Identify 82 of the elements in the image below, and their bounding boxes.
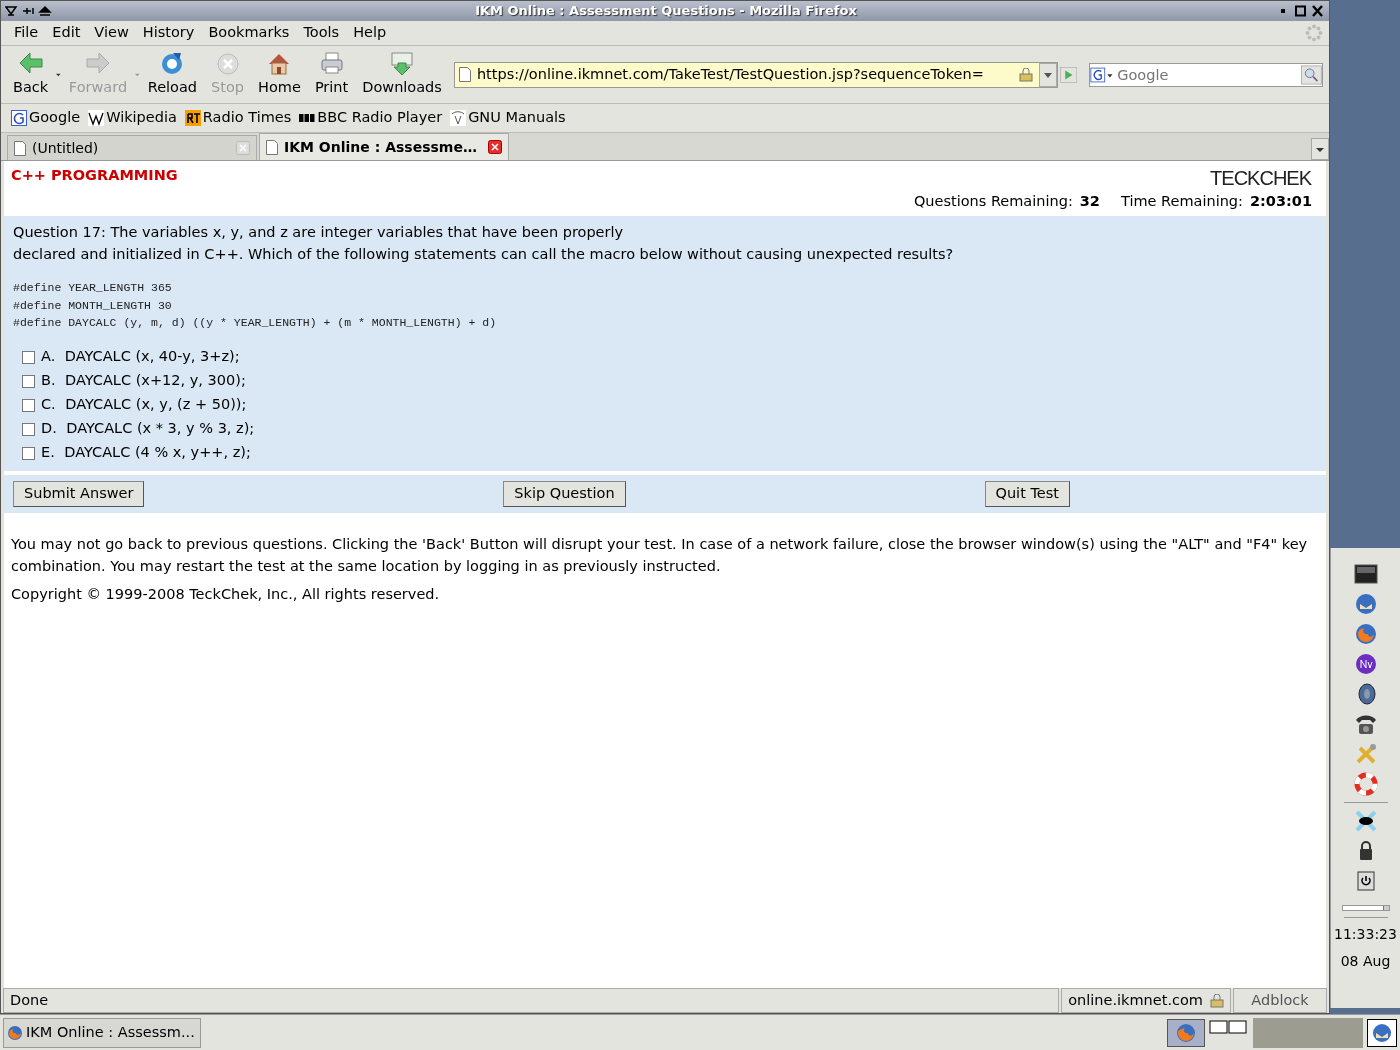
code-line: #define MONTH_LENGTH 30: [13, 297, 173, 314]
time-label: Time Remaining:: [1120, 191, 1243, 211]
browser-tab[interactable]: IKM Online : Assessme…: [259, 133, 509, 160]
download-icon: [389, 50, 416, 77]
menu-item[interactable]: Tools: [296, 22, 347, 44]
menu-item[interactable]: Help: [346, 22, 394, 44]
action-button[interactable]: Submit Answer: [13, 481, 145, 507]
time-value: 2:03:01: [1249, 191, 1312, 211]
toolbar-button[interactable]: Downloads: [356, 50, 448, 99]
status-domain: online.ikmnet.com: [1068, 990, 1203, 1010]
menu-item[interactable]: History: [135, 22, 202, 44]
question-text: declared and initialized in C++. Which of the following statements can call the macro below without causing unexpected results?: [13, 244, 955, 264]
dropdown-caret-icon[interactable]: [1038, 62, 1057, 87]
lifebuoy-icon[interactable]: [1353, 772, 1378, 796]
option-text: DAYCALC (x+12, y, 300);: [65, 371, 246, 391]
option-letter: E.: [41, 443, 55, 463]
site-lock-icon: [1018, 67, 1033, 82]
bookmark-link[interactable]: BBC Radio Player: [299, 107, 443, 129]
checkbox[interactable]: [22, 422, 35, 436]
browser-tab[interactable]: (Untitled): [7, 135, 257, 160]
taskbar-task[interactable]: IKM Online : Assessm...: [3, 1017, 201, 1048]
page-icon: [14, 140, 26, 156]
search-field[interactable]: Google: [1089, 62, 1323, 87]
status-text: Done: [3, 988, 1060, 1013]
window-menu-icon[interactable]: [5, 5, 53, 17]
bookmark-link[interactable]: Radio Times: [184, 107, 292, 129]
page-icon: [458, 67, 471, 82]
remaining-count: 32: [1079, 191, 1100, 211]
terminal-icon[interactable]: [1353, 562, 1378, 586]
window-controls-icon[interactable]: [1279, 5, 1325, 17]
code-line: #define YEAR_LENGTH 365: [13, 280, 173, 297]
site-lock-icon: [1210, 993, 1224, 1008]
question-text: Question 17: The variables x, y, and z are integer variables that have been properly: [13, 222, 625, 242]
tab-list-caret-icon[interactable]: [1311, 138, 1329, 160]
option-letter: D.: [41, 419, 57, 439]
search-icon[interactable]: [1301, 63, 1322, 86]
notice-text: You may not go back to previous questions. Clicking the 'Back' Button will disrupt your test. In case of a network failure, close the browser window(s) using the "ALT" and "F4" key combination. You may restart the test at the same location by logging in as previously instructed.: [10, 534, 1309, 576]
adblock-button[interactable]: Adblock: [1233, 988, 1327, 1013]
menu-item[interactable]: File: [7, 22, 46, 44]
toolbar-button[interactable]: Print: [308, 50, 355, 99]
option-letter: C.: [41, 395, 56, 415]
option-text: DAYCALC (4 % x, y++, z);: [64, 443, 251, 463]
bookmark-link[interactable]: GNU Manuals: [450, 107, 566, 129]
page-heading: C++ PROGRAMMING: [11, 165, 178, 185]
stop-icon: [214, 50, 241, 77]
action-button[interactable]: Skip Question: [503, 481, 626, 507]
option-text: DAYCALC (x * 3, y % 3, z);: [66, 419, 255, 439]
action-button[interactable]: Quit Test: [984, 481, 1070, 507]
clock-date: 08 Aug: [1340, 952, 1391, 971]
printer-icon: [318, 50, 345, 77]
menu-item[interactable]: Bookmarks: [201, 22, 297, 44]
toolbar-button[interactable]: Back: [7, 50, 55, 99]
mail-bird-icon[interactable]: [1367, 1018, 1397, 1047]
teckchek-logo: TECKCHEK: [1210, 165, 1313, 191]
wikipedia-w-icon: [88, 110, 105, 126]
window-title: IKM Online : Assessment Questions - Mozilla Firefox: [474, 2, 858, 21]
clock-time: 11:33:23: [1334, 925, 1397, 944]
toolbar-button[interactable]: Home: [252, 50, 307, 99]
option-letter: B.: [41, 371, 56, 391]
checkbox[interactable]: [22, 398, 35, 412]
rt-logo-icon: [184, 110, 201, 126]
menu-item[interactable]: View: [87, 22, 136, 44]
menu-item[interactable]: Edit: [45, 22, 88, 44]
code-line: #define DAYCALC (y, m, d) ((y * YEAR_LENGTH) + (m * MONTH_LENGTH) + d): [13, 314, 498, 331]
option-text: DAYCALC (x, 40-y, 3+z);: [64, 347, 240, 367]
volume-slider[interactable]: [1341, 905, 1390, 911]
option-text: DAYCALC (x, y, (z + 50));: [65, 395, 247, 415]
bookmark-link[interactable]: Wikipedia: [88, 107, 177, 129]
address-field[interactable]: https://online.ikmnet.com/TakeTest/TestQuestion.jsp?sequenceToken=: [453, 61, 1058, 88]
checkbox[interactable]: [22, 374, 35, 388]
copyright-text: Copyright © 1999-2008 TeckChek, Inc., All rights reserved.: [10, 585, 441, 605]
throbber-icon: [1305, 24, 1323, 42]
bookmark-link[interactable]: Google: [11, 107, 81, 129]
checkbox[interactable]: [22, 446, 35, 460]
dropdown-caret-icon[interactable]: [56, 72, 61, 77]
remaining-label: Questions Remaining:: [913, 191, 1073, 211]
checkbox[interactable]: [22, 350, 35, 364]
google-g-icon: [11, 110, 27, 126]
option-letter: A.: [41, 347, 56, 367]
page-icon: [266, 139, 278, 155]
toolbar-button[interactable]: Reload: [141, 50, 204, 99]
close-tab-icon[interactable]: [488, 140, 502, 154]
